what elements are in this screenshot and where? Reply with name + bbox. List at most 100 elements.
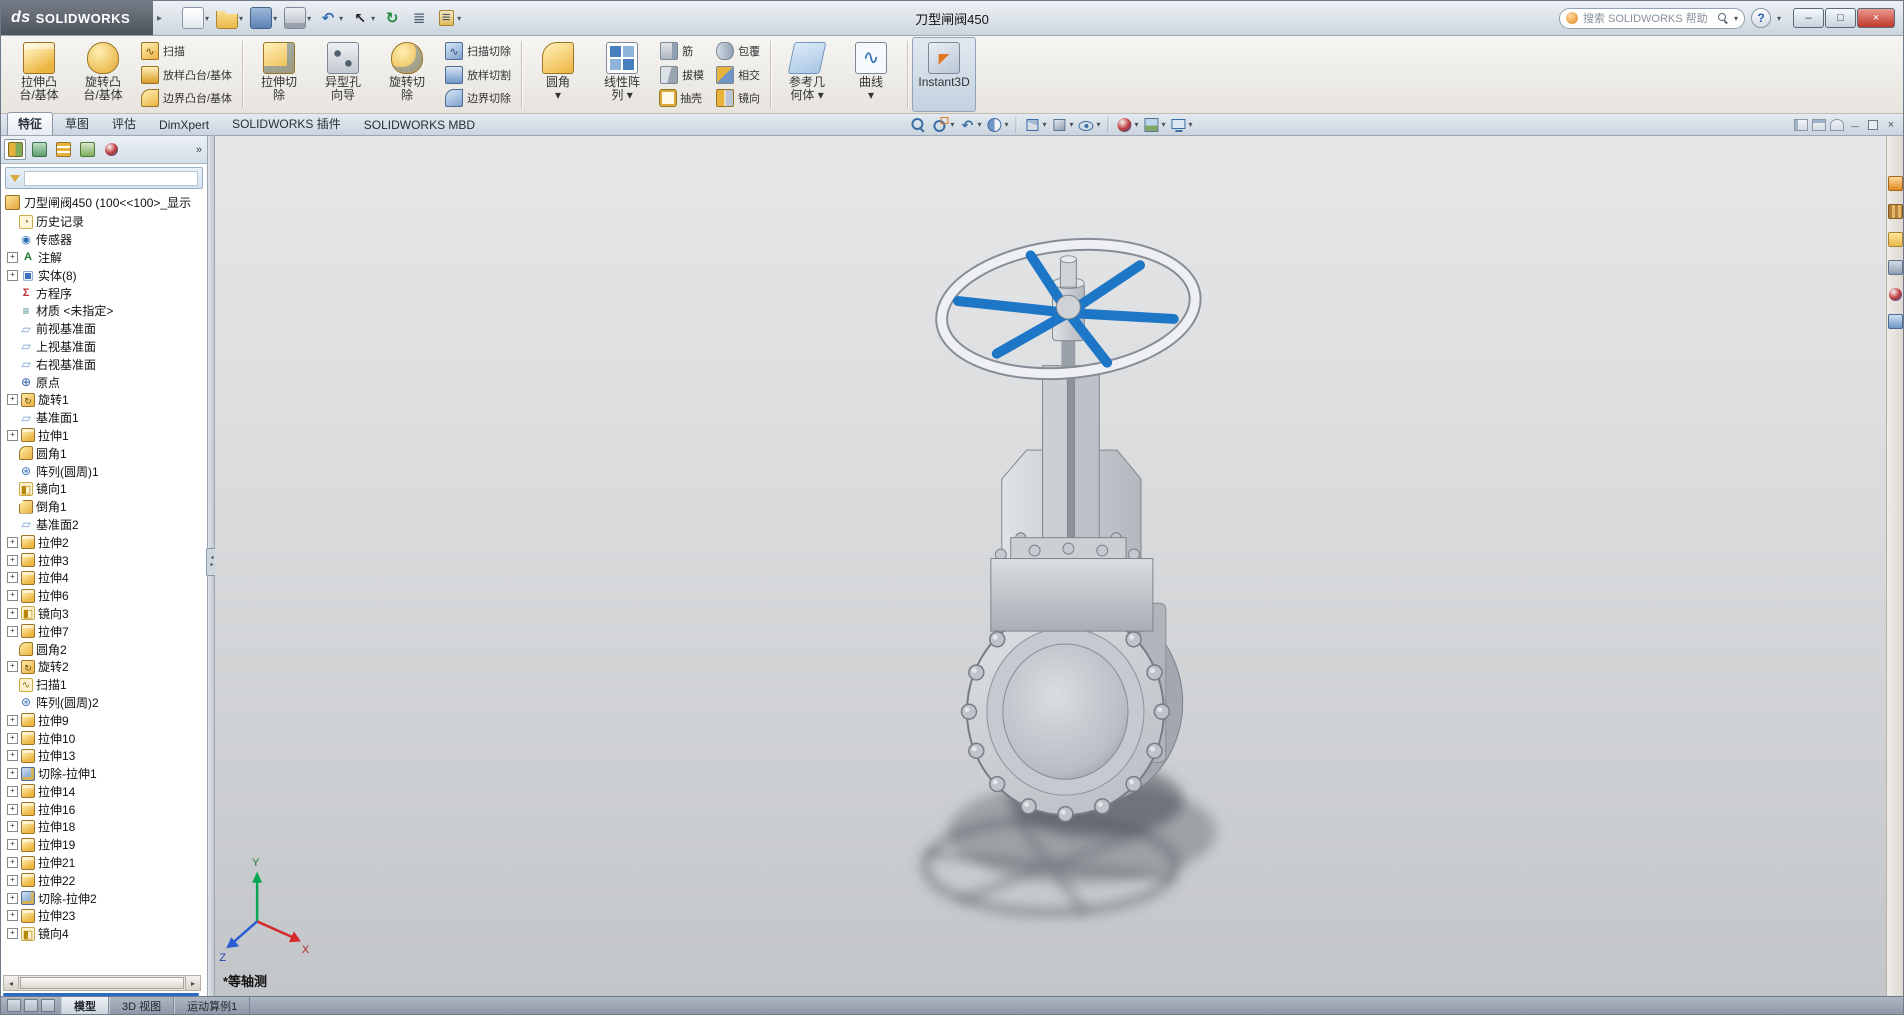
panel-splitter[interactable]: ◂▸ — [208, 136, 215, 996]
dropdown-arrow-icon[interactable]: ▾ — [307, 14, 311, 23]
tree-item[interactable]: 原点 — [5, 373, 207, 391]
featuremanager-filter[interactable] — [5, 167, 203, 189]
dropdown-arrow-icon[interactable]: ▾ — [1162, 120, 1166, 129]
lofted-cut-button[interactable]: 放样切割 — [441, 64, 515, 86]
tree-item[interactable]: 方程序 — [5, 284, 207, 302]
expand-icon[interactable]: + — [7, 910, 18, 921]
expand-icon[interactable]: + — [7, 750, 18, 761]
extruded-cut-button[interactable]: 拉伸切除 — [247, 37, 311, 112]
rollback-bar[interactable] — [3, 993, 199, 996]
tree-item[interactable]: +拉伸13 — [5, 747, 207, 765]
resources-icon[interactable] — [1888, 176, 1903, 191]
search-icon[interactable] — [1717, 12, 1729, 24]
save-button[interactable]: ▾ — [248, 6, 279, 30]
tree-item[interactable]: 基准面1 — [5, 409, 207, 427]
tree-item[interactable]: 右视基准面 — [5, 355, 207, 373]
revolve-boss-button[interactable]: 旋转凸台/基体 — [71, 37, 135, 112]
expand-icon[interactable]: + — [7, 875, 18, 886]
curves-button[interactable]: 曲线▾ — [839, 37, 903, 112]
tab-SOLIDWORKS MBD[interactable]: SOLIDWORKS MBD — [353, 115, 486, 135]
dropdown-arrow-icon[interactable]: ▾ — [977, 120, 981, 129]
tree-item[interactable]: +拉伸18 — [5, 818, 207, 836]
zoom-area-button[interactable]: ▾ — [930, 116, 955, 134]
display-style-button[interactable]: ▾ — [1049, 116, 1074, 134]
menu-expand-arrow-icon[interactable]: ▸ — [157, 13, 162, 24]
dropdown-arrow-icon[interactable]: ▾ — [457, 14, 461, 23]
view-palette-icon[interactable] — [1888, 260, 1903, 275]
sweep-button[interactable]: 扫描 — [137, 40, 236, 62]
tree-item[interactable]: +拉伸16 — [5, 800, 207, 818]
featuremanager-tab-button[interactable] — [4, 139, 26, 160]
dropdown-arrow-icon[interactable]: ▾ — [239, 14, 243, 23]
tree-item[interactable]: +拉伸1 — [5, 427, 207, 445]
wrap-button[interactable]: 包覆 — [712, 40, 764, 62]
extrude-boss-button[interactable]: 拉伸凸台/基体 — [7, 37, 71, 112]
tree-item[interactable]: +拉伸4 — [5, 569, 207, 587]
pin-toolbar-icon[interactable] — [1830, 119, 1844, 131]
minimize-button[interactable]: – — [1793, 8, 1824, 28]
hole-wizard-button[interactable]: 异型孔向导 — [311, 37, 375, 112]
dropdown-arrow-icon[interactable]: ▾ — [1097, 120, 1101, 129]
linear-pattern-button[interactable]: 线性阵列 ▾ — [590, 37, 654, 112]
expand-icon[interactable]: + — [7, 608, 18, 619]
viewport-3d[interactable]: Y X Z *等轴测 — [215, 136, 1886, 996]
tree-item[interactable]: +镜向4 — [5, 925, 207, 943]
draft-button[interactable]: 拔模 — [656, 64, 708, 86]
expand-icon[interactable]: + — [7, 661, 18, 672]
tab-特征[interactable]: 特征 — [7, 112, 53, 135]
view-settings-button[interactable]: ▾ — [1169, 116, 1194, 134]
dropdown-arrow-icon[interactable]: ▾ — [1004, 120, 1008, 129]
expand-icon[interactable]: + — [7, 893, 18, 904]
rib-button[interactable]: 筋 — [656, 40, 708, 62]
expand-icon[interactable]: + — [7, 804, 18, 815]
tree-item[interactable]: 传感器 — [5, 231, 207, 249]
tab-DimXpert[interactable]: DimXpert — [148, 115, 220, 135]
appearances-icon[interactable] — [1889, 288, 1902, 301]
scroll-thumb[interactable] — [20, 977, 184, 989]
open-button[interactable]: ▾ — [214, 6, 245, 30]
tree-root[interactable]: 刀型闸阀450 (100<<100>_显示 — [1, 192, 207, 213]
tree-item[interactable]: +拉伸10 — [5, 729, 207, 747]
expand-icon[interactable]: + — [7, 430, 18, 441]
tree-item[interactable]: 倒角1 — [5, 498, 207, 516]
tree-item[interactable]: +拉伸3 — [5, 551, 207, 569]
undo-button[interactable]: ▾ — [316, 7, 345, 29]
custom-properties-icon[interactable] — [1888, 314, 1903, 329]
tree-item[interactable]: 镜向1 — [5, 480, 207, 498]
expand-icon[interactable]: + — [7, 839, 18, 850]
dropdown-arrow-icon[interactable]: ▾ — [339, 14, 343, 23]
statusbar-button-3[interactable] — [41, 999, 55, 1012]
dropdown-arrow-icon[interactable]: ▾ — [1069, 120, 1073, 129]
tree-item[interactable]: +拉伸22 — [5, 871, 207, 889]
revolved-cut-button[interactable]: 旋转切除 — [375, 37, 439, 112]
section-view-button[interactable]: ▾ — [984, 116, 1009, 134]
expand-icon[interactable]: + — [7, 768, 18, 779]
expand-icon[interactable]: + — [7, 270, 18, 281]
restore-pane-icon[interactable] — [1866, 119, 1880, 131]
tree-item[interactable]: +拉伸21 — [5, 854, 207, 872]
expand-icon[interactable]: + — [7, 555, 18, 566]
statusbar-tab-运动算例1[interactable]: 运动算例1 — [174, 997, 250, 1014]
tree-item[interactable]: +拉伸23 — [5, 907, 207, 925]
zoom-fit-button[interactable] — [908, 116, 928, 134]
select-button[interactable]: ▾ — [348, 7, 377, 29]
intersect-button[interactable]: 相交 — [712, 64, 764, 86]
dropdown-arrow-icon[interactable]: ▾ — [205, 14, 209, 23]
previous-view-button[interactable]: ▾ — [957, 116, 982, 134]
mirror-button[interactable]: 镜向 — [712, 87, 764, 109]
dropdown-arrow-icon[interactable]: ▾ — [273, 14, 277, 23]
hide-show-items-button[interactable]: ▾ — [1077, 116, 1102, 134]
tree-item[interactable]: +拉伸6 — [5, 587, 207, 605]
tree-item[interactable]: 圆角2 — [5, 640, 207, 658]
tree-item[interactable]: 基准面2 — [5, 516, 207, 534]
configurationmanager-tab-button[interactable] — [52, 139, 74, 160]
tree-item[interactable]: +注解 — [5, 249, 207, 267]
expand-icon[interactable]: + — [7, 928, 18, 939]
tree-item[interactable]: 圆角1 — [5, 444, 207, 462]
tree-item[interactable]: +拉伸2 — [5, 533, 207, 551]
file-explorer-icon[interactable] — [1888, 232, 1903, 247]
search-dropdown-icon[interactable]: ▾ — [1734, 14, 1738, 23]
expand-icon[interactable]: + — [7, 786, 18, 797]
tab-草图[interactable]: 草图 — [54, 112, 100, 135]
statusbar-button-1[interactable] — [7, 999, 21, 1012]
